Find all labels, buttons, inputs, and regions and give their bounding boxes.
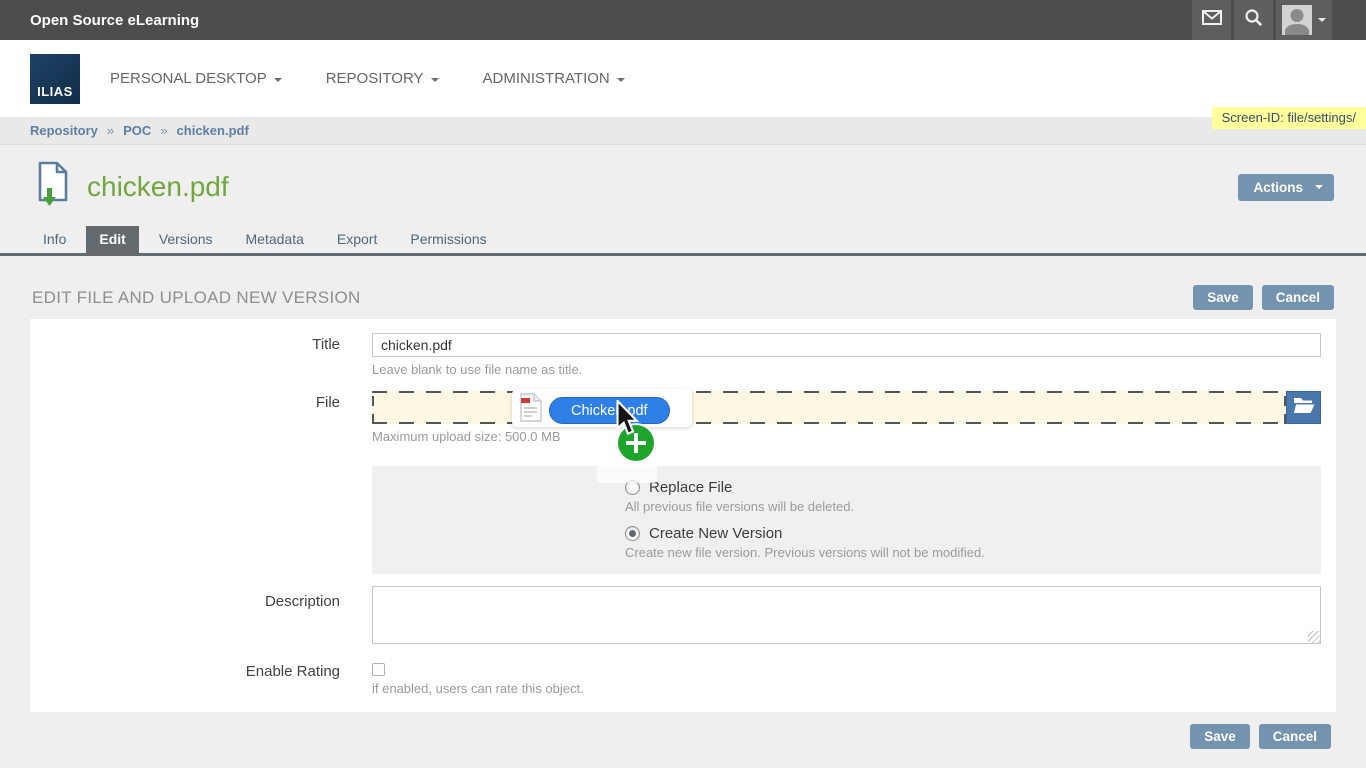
file-dropzone[interactable]	[372, 391, 1286, 424]
form-header: EDIT FILE AND UPLOAD NEW VERSION Save Ca…	[0, 285, 1366, 310]
actions-button[interactable]: Actions	[1238, 174, 1334, 201]
chevron-down-icon	[274, 78, 282, 82]
form-commands-top: Save Cancel	[1193, 285, 1334, 310]
tab-info[interactable]: Info	[30, 226, 79, 253]
save-button[interactable]: Save	[1193, 285, 1253, 310]
create-new-version-help: Create new file version. Previous versio…	[625, 544, 1321, 562]
user-menu-button[interactable]	[1276, 0, 1332, 40]
title-input[interactable]	[372, 333, 1321, 357]
screen-id-badge: Screen-ID: file/settings/	[1212, 107, 1366, 129]
rating-field-label: Enable Rating	[30, 660, 372, 698]
breadcrumb: Repository » POC » chicken.pdf	[0, 117, 1366, 145]
actions-label: Actions	[1253, 180, 1303, 195]
search-button[interactable]	[1234, 0, 1273, 40]
description-textarea[interactable]	[372, 586, 1321, 644]
rating-field-row: Enable Rating if enabled, users can rate…	[30, 660, 1336, 698]
logo-text: ILIAS	[37, 84, 73, 99]
cancel-button[interactable]: Cancel	[1262, 285, 1334, 310]
tab-versions[interactable]: Versions	[146, 226, 226, 253]
create-new-version-label: Create New Version	[649, 525, 782, 542]
replace-file-help: All previous file versions will be delet…	[625, 498, 1321, 516]
form-title: EDIT FILE AND UPLOAD NEW VERSION	[32, 288, 361, 308]
cursor-pointer-icon	[615, 400, 639, 441]
topbar-actions	[1192, 0, 1332, 40]
main-nav: PERSONAL DESKTOP REPOSITORY ADMINISTRATI…	[110, 70, 625, 87]
main-header: ILIAS PERSONAL DESKTOP REPOSITORY ADMINI…	[0, 40, 1366, 117]
pdf-file-icon	[520, 393, 542, 427]
replace-file-option[interactable]: Replace File	[372, 479, 1321, 496]
breadcrumb-repository[interactable]: Repository	[30, 123, 98, 138]
page-title: chicken.pdf	[87, 171, 229, 203]
tab-permissions[interactable]: Permissions	[397, 226, 499, 253]
tab-bar: Info Edit Versions Metadata Export Permi…	[0, 226, 1366, 256]
open-folder-icon	[1293, 396, 1315, 419]
browse-files-button[interactable]	[1286, 391, 1321, 424]
nav-label: REPOSITORY	[326, 70, 424, 87]
mail-icon	[1202, 10, 1222, 30]
title-field-help: Leave blank to use file name as title.	[372, 361, 1321, 379]
nav-administration[interactable]: ADMINISTRATION	[483, 70, 625, 87]
nav-repository[interactable]: REPOSITORY	[326, 70, 439, 87]
tab-metadata[interactable]: Metadata	[233, 226, 317, 253]
breadcrumb-separator: »	[107, 123, 114, 138]
tab-export[interactable]: Export	[324, 226, 390, 253]
site-title: Open Source eLearning	[30, 12, 199, 29]
nav-label: PERSONAL DESKTOP	[110, 70, 267, 87]
nav-personal-desktop[interactable]: PERSONAL DESKTOP	[110, 70, 282, 87]
create-new-version-option[interactable]: Create New Version	[372, 525, 1321, 542]
drag-ghost-fade	[597, 462, 657, 483]
enable-rating-checkbox[interactable]	[372, 663, 385, 676]
cancel-button-bottom[interactable]: Cancel	[1259, 724, 1331, 749]
replace-file-label: Replace File	[649, 479, 732, 496]
top-bar: Open Source eLearning	[0, 0, 1366, 40]
file-field-label: File	[30, 391, 372, 446]
upload-mode-row: Replace File All previous file versions …	[30, 456, 1336, 574]
title-field-row: Title Leave blank to use file name as ti…	[30, 333, 1336, 379]
edit-file-form: Title Leave blank to use file name as ti…	[30, 319, 1336, 712]
user-avatar	[1282, 5, 1312, 35]
rating-field-help: if enabled, users can rate this object.	[372, 680, 1321, 698]
file-field-row: File Maximum upload size: 500.0 MB	[30, 391, 1336, 446]
mail-button[interactable]	[1192, 0, 1231, 40]
tab-edit[interactable]: Edit	[86, 226, 138, 253]
breadcrumb-current: chicken.pdf	[177, 123, 249, 138]
description-field-label: Description	[30, 586, 372, 644]
breadcrumb-poc[interactable]: POC	[123, 123, 151, 138]
nav-label: ADMINISTRATION	[483, 70, 610, 87]
page-title-row: chicken.pdf Actions	[0, 145, 1366, 212]
ilias-logo[interactable]: ILIAS	[30, 54, 80, 104]
chevron-down-icon	[1318, 18, 1326, 22]
dragged-file-chip: Chicken.pdf	[549, 397, 670, 424]
chevron-down-icon	[1315, 185, 1323, 189]
chevron-down-icon	[431, 78, 439, 82]
form-commands-bottom: Save Cancel	[0, 712, 1366, 749]
search-icon	[1244, 8, 1263, 32]
radio-create-new-version[interactable]	[625, 526, 640, 541]
description-field-row: Description	[30, 586, 1336, 644]
title-field-label: Title	[30, 333, 372, 379]
save-button-bottom[interactable]: Save	[1190, 724, 1250, 749]
chevron-down-icon	[617, 78, 625, 82]
file-field-help: Maximum upload size: 500.0 MB	[372, 428, 1321, 446]
file-download-icon	[36, 161, 70, 213]
upload-mode-panel: Replace File All previous file versions …	[372, 466, 1321, 574]
breadcrumb-separator: »	[160, 123, 167, 138]
ilias-app: Open Source eLearning ILIAS PERSONAL D	[0, 0, 1366, 768]
